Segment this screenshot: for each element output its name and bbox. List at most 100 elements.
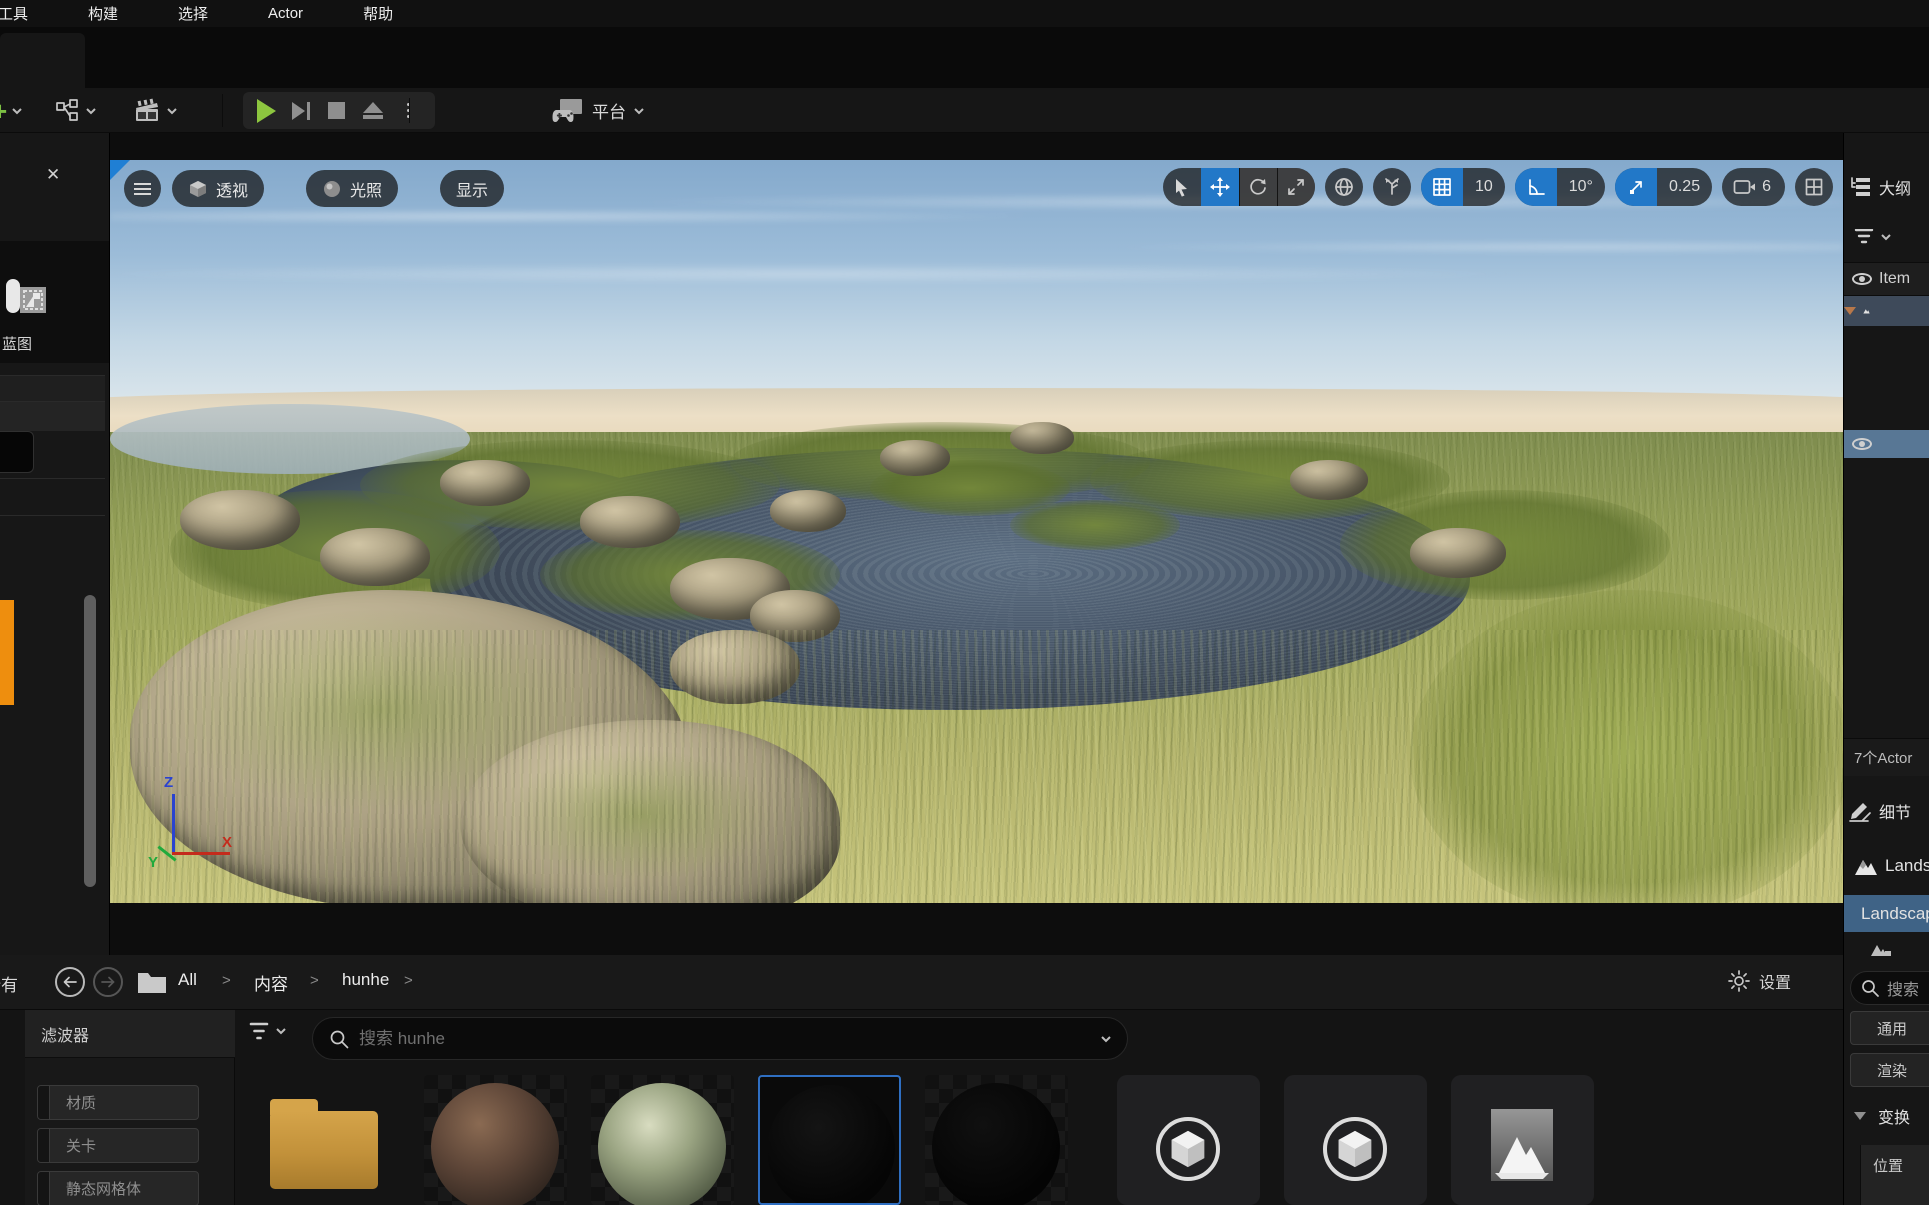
asset-folder[interactable] bbox=[252, 1075, 395, 1205]
filter-funnel-icon bbox=[1854, 229, 1874, 245]
forward-button[interactable] bbox=[93, 967, 123, 997]
asset-swatch[interactable] bbox=[0, 431, 34, 473]
scale-tool-button[interactable] bbox=[1277, 168, 1315, 206]
camera-speed-control[interactable]: 6 bbox=[1722, 168, 1785, 206]
layout-grid-icon bbox=[1804, 177, 1824, 197]
details-tab[interactable]: 细节 bbox=[1844, 793, 1929, 829]
world-local-toggle[interactable] bbox=[1325, 168, 1363, 206]
asset-material-dark[interactable] bbox=[925, 1075, 1068, 1205]
blueprints-button[interactable] bbox=[55, 88, 96, 133]
right-dock: 大纲 Item 7个Actor 细节 bbox=[1843, 133, 1929, 1205]
landscape-row[interactable]: Landscape bbox=[1844, 849, 1929, 883]
viewport-options-button[interactable] bbox=[124, 170, 161, 207]
rotate-tool-button[interactable] bbox=[1239, 168, 1277, 206]
details-general-button[interactable]: 通用 bbox=[1850, 1011, 1929, 1045]
blueprint-label: 蓝图 bbox=[2, 333, 32, 354]
move-icon bbox=[1210, 177, 1230, 197]
eye-icon[interactable] bbox=[1852, 438, 1872, 450]
outliner-filter-row[interactable] bbox=[1844, 221, 1929, 253]
eject-button[interactable] bbox=[363, 102, 383, 119]
rotation-snap-toggle[interactable] bbox=[1515, 168, 1557, 206]
landscape-icon bbox=[1854, 856, 1878, 876]
outliner-row-selected[interactable] bbox=[1844, 296, 1929, 326]
outliner-column-header[interactable]: Item bbox=[1844, 262, 1929, 296]
asset-material-selected[interactable] bbox=[758, 1075, 901, 1205]
platforms-button[interactable]: 平台 bbox=[552, 88, 644, 133]
rock bbox=[770, 490, 846, 532]
outliner-tab[interactable]: 大纲 bbox=[1844, 170, 1929, 204]
filter-level[interactable]: 关卡 bbox=[37, 1128, 199, 1163]
expand-arrow-icon[interactable] bbox=[1844, 307, 1856, 315]
platforms-icon bbox=[552, 98, 584, 124]
tab-strip bbox=[0, 27, 1929, 88]
menu-build[interactable]: 构建 bbox=[84, 3, 122, 24]
scale-snap-value[interactable]: 0.25 bbox=[1657, 168, 1712, 206]
scale-icon bbox=[1287, 178, 1305, 196]
actor-count: 7个Actor bbox=[1844, 738, 1929, 776]
show-dropdown[interactable]: 显示 bbox=[440, 170, 504, 207]
camera-speed-value: 6 bbox=[1762, 168, 1779, 206]
viewport-layout-button[interactable] bbox=[1795, 168, 1833, 206]
add-filter-button[interactable] bbox=[248, 1022, 286, 1040]
filter-material[interactable]: 材质 bbox=[37, 1085, 199, 1120]
landscape-row-selected[interactable]: Landscape bbox=[1844, 895, 1929, 932]
breadcrumb-all[interactable]: All bbox=[178, 970, 197, 990]
material-sphere bbox=[767, 1085, 895, 1205]
details-rendering-button[interactable]: 渲染 bbox=[1850, 1053, 1929, 1087]
move-tool-button[interactable] bbox=[1201, 168, 1239, 206]
chevron-down-icon bbox=[634, 106, 644, 116]
cinematics-button[interactable] bbox=[132, 88, 177, 133]
blueprint-category-tile[interactable]: 蓝图 bbox=[0, 241, 110, 363]
menu-help[interactable]: 帮助 bbox=[359, 3, 397, 24]
list-row[interactable] bbox=[0, 375, 105, 401]
outliner-row-visible[interactable] bbox=[1844, 430, 1929, 458]
rock bbox=[1410, 528, 1506, 578]
collapse-arrow-icon[interactable] bbox=[1854, 1112, 1866, 1120]
surface-snapping-button[interactable] bbox=[1373, 168, 1411, 206]
asset-material-grass[interactable] bbox=[591, 1075, 734, 1205]
breadcrumb-content[interactable]: 内容 bbox=[254, 970, 288, 995]
lit-mode-dropdown[interactable]: 光照 bbox=[306, 170, 398, 207]
cursor-icon bbox=[1173, 178, 1190, 197]
asset-landscape[interactable] bbox=[1451, 1075, 1594, 1205]
rock bbox=[1010, 422, 1074, 454]
level-viewport[interactable]: 透视 光照 显示 bbox=[110, 160, 1843, 903]
landscape-asset-icon bbox=[1491, 1109, 1553, 1181]
perspective-dropdown[interactable]: 透视 bbox=[172, 170, 264, 207]
details-search[interactable]: 搜索 bbox=[1850, 971, 1929, 1005]
static-mesh-icon bbox=[1323, 1117, 1387, 1181]
level-tab[interactable] bbox=[0, 33, 85, 88]
selected-category-highlight bbox=[0, 600, 14, 705]
chevron-down-icon bbox=[276, 1026, 286, 1036]
details-search-placeholder: 搜索 bbox=[1887, 976, 1919, 1000]
filters-header: 滤波器 bbox=[25, 1010, 235, 1058]
asset-static-mesh[interactable] bbox=[1284, 1075, 1427, 1205]
asset-material-rock[interactable] bbox=[424, 1075, 567, 1205]
list-row[interactable] bbox=[0, 401, 105, 431]
menu-actor[interactable]: Actor bbox=[264, 5, 307, 22]
folder-icon bbox=[136, 969, 168, 995]
grid-snap-value[interactable]: 10 bbox=[1463, 168, 1505, 206]
back-button[interactable] bbox=[55, 967, 85, 997]
rotation-snap-value[interactable]: 10° bbox=[1557, 168, 1605, 206]
stop-button[interactable] bbox=[328, 102, 345, 119]
scale-snap-toggle[interactable] bbox=[1615, 168, 1657, 206]
filter-static-mesh[interactable]: 静态网格体 bbox=[37, 1171, 199, 1205]
menu-select[interactable]: 选择 bbox=[174, 3, 212, 24]
settings-button[interactable]: 设置 bbox=[1728, 969, 1791, 993]
close-panel-button[interactable]: ✕ bbox=[46, 165, 60, 185]
grid-snap-toggle[interactable] bbox=[1421, 168, 1463, 206]
breadcrumb-hunhe[interactable]: hunhe bbox=[342, 970, 389, 990]
transform-section-header[interactable]: 变换 bbox=[1844, 1098, 1929, 1134]
play-button[interactable] bbox=[257, 99, 276, 123]
select-tool-button[interactable] bbox=[1163, 168, 1201, 206]
details-tab-label: 细节 bbox=[1879, 799, 1911, 823]
frame-skip-button[interactable] bbox=[292, 102, 310, 120]
scene-foreground-grass bbox=[110, 630, 1843, 903]
landscape-component-row[interactable] bbox=[1844, 938, 1929, 960]
left-panel-scrollbar[interactable] bbox=[84, 595, 96, 887]
asset-static-mesh[interactable] bbox=[1117, 1075, 1260, 1205]
add-actor-button[interactable]: + bbox=[0, 88, 22, 133]
menu-tools[interactable]: 工具 bbox=[0, 3, 32, 24]
content-search-input[interactable] bbox=[359, 1029, 1091, 1049]
